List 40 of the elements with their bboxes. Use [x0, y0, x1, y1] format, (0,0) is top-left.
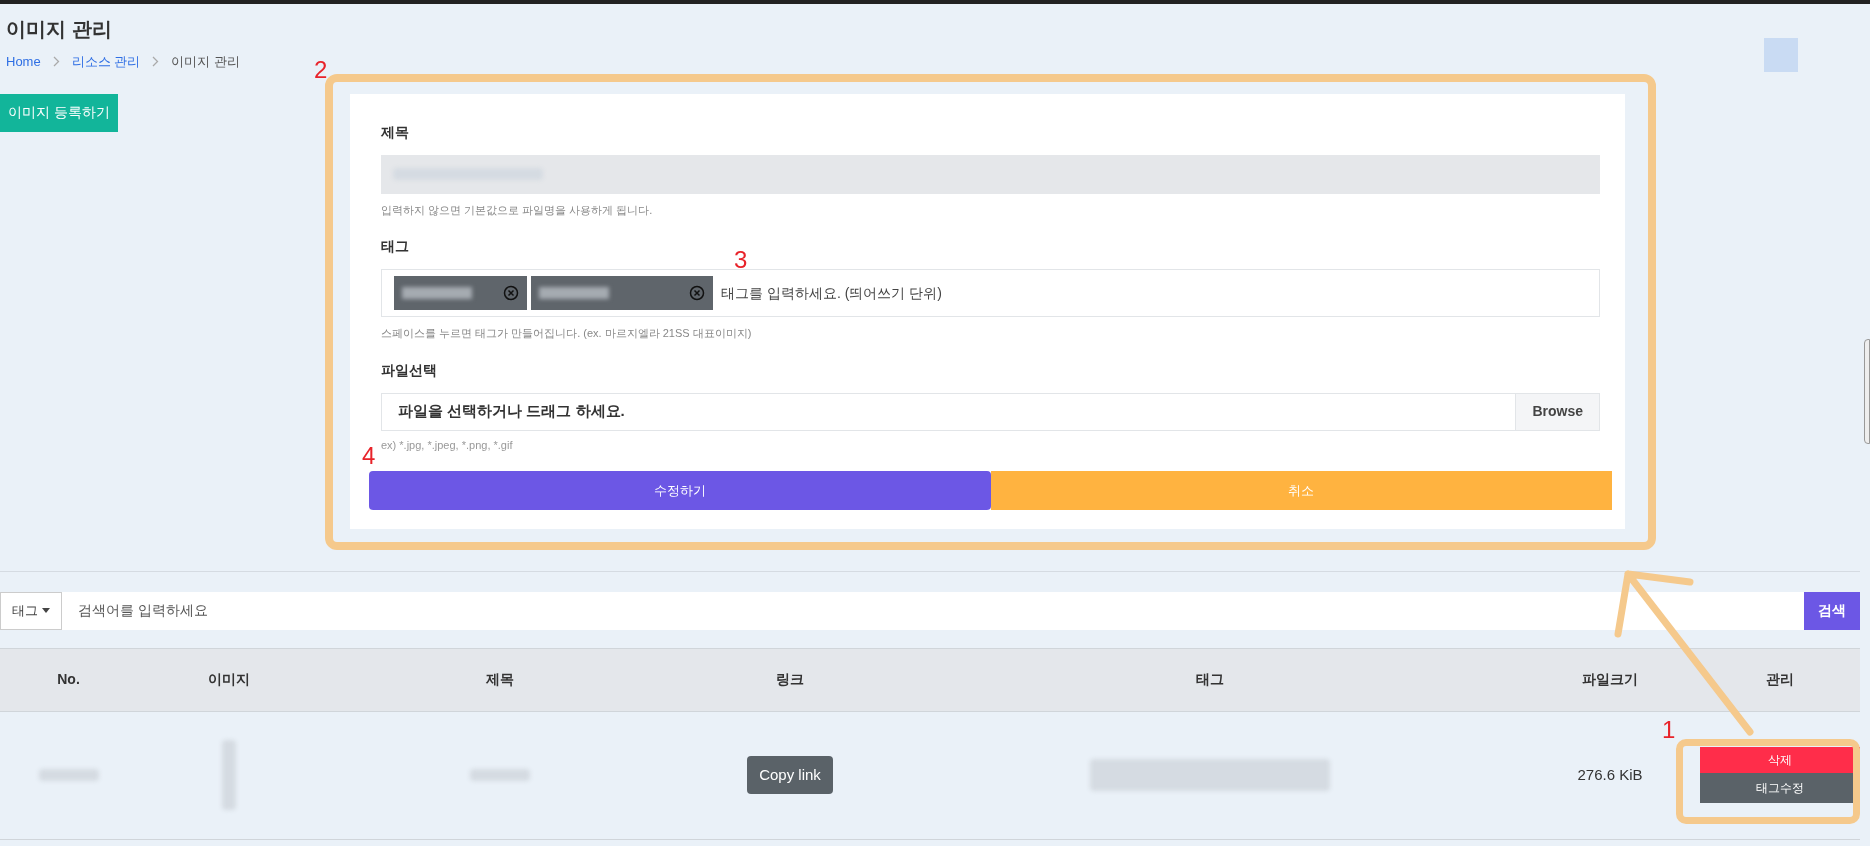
chevron-icon	[152, 56, 160, 68]
column-header: 링크	[775, 670, 805, 689]
column-header: 관리	[1765, 670, 1795, 689]
column-header: No.	[56, 670, 81, 689]
user-avatar	[1764, 38, 1798, 72]
page-title: 이미지 관리	[6, 17, 113, 42]
browse-button[interactable]: Browse	[1515, 393, 1599, 430]
blurred-text	[539, 287, 609, 299]
search-button[interactable]: 검색	[1804, 591, 1860, 630]
column-header: 제목	[485, 670, 515, 689]
annotation-number: 1	[1662, 715, 1676, 745]
caret-icon	[42, 608, 50, 613]
chevron-icon	[52, 56, 60, 68]
field-label: 제목	[381, 122, 410, 142]
file-field[interactable]: 파일을 선택하거나 드래그 하세요. Browse	[381, 392, 1600, 431]
help-text: ex) *.jpg, *.jpeg, *.png, *.gif	[381, 437, 514, 453]
file-placeholder: 파일을 선택하거나 드래그 하세요.	[397, 401, 626, 422]
breadcrumb-current: 이미지 관리	[171, 53, 240, 71]
column-header: 태그	[1195, 670, 1225, 689]
field-label: 태그	[381, 237, 410, 256]
filter-dropdown[interactable]: 태그	[0, 591, 62, 630]
breadcrumb-link[interactable]: 리소스 관리	[71, 52, 141, 72]
search-field[interactable]: 검색어를 입력하세요	[62, 591, 1804, 630]
help-text: 스페이스를 누르면 태그가 만들어집니다. (ex. 마르지엘라 21SS 대표이미지)	[381, 326, 753, 341]
field-label: 파일선택	[381, 360, 438, 380]
save-button[interactable]: 수정하기	[369, 471, 991, 510]
title-field[interactable]	[381, 154, 1600, 194]
remove-icon[interactable]	[503, 285, 519, 301]
column-header: 파일크기	[1581, 670, 1639, 689]
annotation-number: 4	[362, 444, 376, 468]
annotation-number: 2	[314, 55, 328, 85]
file-size: 276.6 KiB	[1577, 764, 1643, 785]
tag-placeholder: 태그를 입력하세요. (띄어쓰기 단위)	[721, 283, 942, 303]
blurred-text	[402, 287, 472, 299]
copy-link-button[interactable]: Copy link	[747, 755, 833, 795]
help-text: 입력하지 않으면 기본값으로 파일명을 사용하게 됩니다.	[381, 202, 654, 218]
remove-icon[interactable]	[689, 285, 705, 301]
tag-field[interactable]: 태그를 입력하세요. (띄어쓰기 단위)	[381, 269, 1600, 317]
column-header: 이미지	[206, 670, 251, 689]
breadcrumb-link[interactable]: Home	[6, 52, 41, 72]
